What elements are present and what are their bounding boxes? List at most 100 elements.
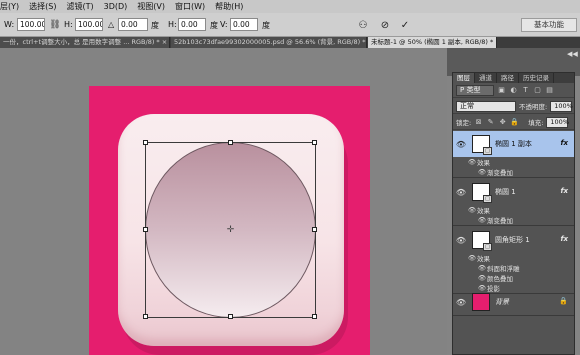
warp-icon[interactable]: ⚇ [356, 18, 370, 32]
canvas-area[interactable]: ✛ [0, 48, 447, 355]
tab-paths[interactable]: 路径 [497, 73, 519, 83]
layer-thumbnail: □ [472, 231, 492, 251]
handle-top-left[interactable] [143, 140, 148, 145]
tab-layers[interactable]: 图层 [453, 73, 475, 83]
effect-eye-icon[interactable]: 👁 [477, 216, 487, 224]
effects-label: 效果 [477, 207, 490, 215]
layer-thumbnail: □ [472, 183, 492, 203]
handle-bottom-right[interactable] [312, 314, 317, 319]
filter-smart-icon[interactable]: ▤ [545, 86, 554, 95]
handle-bottom-middle[interactable] [228, 314, 233, 319]
visibility-eye-icon[interactable]: 👁 [455, 234, 467, 246]
panel-tab-bar: 图层 通道 路径 历史记录 [453, 73, 574, 83]
fx-icon[interactable]: fx [560, 235, 568, 243]
effect-name: 颜色叠加 [487, 275, 513, 283]
doc-tab-2[interactable]: 52b103c73dfae99302000005.psd @ 56.6% (背景… [171, 37, 367, 48]
fx-icon[interactable]: fx [560, 187, 568, 195]
shape-badge-icon: □ [483, 195, 492, 203]
effects-row: 👁 效果 [453, 205, 574, 215]
width-label: W: [4, 20, 15, 29]
effect-name: 斜面和浮雕 [487, 265, 520, 273]
options-bar: W: 100.00% ⛓ H: 100.00% △ 0.00 度 H: 0.00… [0, 13, 580, 37]
visibility-eye-icon[interactable]: 👁 [455, 186, 467, 198]
effect-eye-icon[interactable]: 👁 [477, 264, 487, 272]
layer-name: 圆角矩形 1 [495, 236, 530, 244]
layer-row[interactable]: 👁 背景 🔒 [453, 289, 574, 315]
layer-row[interactable]: 👁 □ 椭圆 1 fx [453, 179, 574, 205]
menu-help[interactable]: 帮助(H) [210, 1, 248, 12]
menu-filter[interactable]: 滤镜(T) [61, 1, 98, 12]
effects-eye-icon[interactable]: 👁 [467, 254, 477, 262]
layer-filter-select[interactable]: P 类型 [456, 84, 494, 96]
angle-field[interactable]: 0.00 [118, 18, 148, 31]
document-tab-bar: 一份，ctrl+t调整大小，总 是用数字调整 ... RGB/8) * × 52… [0, 37, 580, 48]
vskew-field[interactable]: 0.00 [230, 18, 258, 31]
effects-row: 👁 效果 [453, 157, 574, 167]
layer-ellipse-copy[interactable]: 👁 □ 椭圆 1 副本 fx 👁 效果 👁 渐变叠加 [453, 131, 574, 178]
effects-eye-icon[interactable]: 👁 [467, 158, 477, 166]
effects-row: 👁 效果 [453, 253, 574, 263]
menu-layer[interactable]: 层(Y) [0, 1, 24, 12]
doc-tab-1[interactable]: 一份，ctrl+t调整大小，总 是用数字调整 ... RGB/8) * × [0, 37, 170, 48]
layer-name: 椭圆 1 [495, 188, 516, 196]
effects-label: 效果 [477, 159, 490, 167]
layer-thumbnail [472, 293, 490, 311]
effect-eye-icon[interactable]: 👁 [477, 274, 487, 282]
fill-field[interactable]: 100% [546, 116, 569, 128]
opacity-field[interactable]: 100% [550, 100, 573, 112]
blend-row: 正常 不透明度: 100% [453, 99, 574, 114]
menu-view[interactable]: 视图(V) [132, 1, 170, 12]
shape-badge-icon: □ [483, 147, 492, 155]
hskew-field[interactable]: 0.00 [178, 18, 206, 31]
tab-channels[interactable]: 通道 [475, 73, 497, 83]
doc-tab-3[interactable]: 未标题-1 @ 50% (椭圆 1 副本, RGB/8) * × [368, 37, 497, 48]
visibility-eye-icon[interactable]: 👁 [455, 296, 467, 308]
lock-paint-icon[interactable]: ✎ [486, 118, 495, 127]
layer-rounded-rectangle[interactable]: 👁 □ 圆角矩形 1 fx 👁 效果 👁 斜面和浮雕 👁 颜色叠加 👁 投影 [453, 227, 574, 294]
layer-row[interactable]: 👁 □ 椭圆 1 副本 fx [453, 131, 574, 157]
filter-type-icon[interactable]: T [521, 86, 530, 95]
layer-filter-row: P 类型 ▣ ◐ T ▢ ▤ [453, 83, 574, 98]
effect-row: 👁 渐变叠加 [453, 215, 574, 225]
commit-icon[interactable]: ✓ [398, 18, 412, 32]
lock-label: 锁定: [456, 119, 472, 127]
hskew-unit: 度 [210, 21, 218, 30]
handle-middle-left[interactable] [143, 227, 148, 232]
lock-move-icon[interactable]: ✥ [498, 118, 507, 127]
handle-top-right[interactable] [312, 140, 317, 145]
effects-eye-icon[interactable]: 👁 [467, 206, 477, 214]
lock-transparent-icon[interactable]: ⊠ [474, 118, 483, 127]
link-icon[interactable]: ⛓ [48, 18, 62, 32]
handle-bottom-left[interactable] [143, 314, 148, 319]
layer-row[interactable]: 👁 □ 圆角矩形 1 fx [453, 227, 574, 253]
handle-middle-right[interactable] [312, 227, 317, 232]
menu-window[interactable]: 窗口(W) [170, 1, 210, 12]
effect-name: 渐变叠加 [487, 217, 513, 225]
layer-background[interactable]: 👁 背景 🔒 [453, 289, 574, 316]
filter-shape-icon[interactable]: ▢ [533, 86, 542, 95]
blend-mode-select[interactable]: 正常 [456, 100, 516, 112]
height-field[interactable]: 100.00% [75, 18, 103, 31]
effect-name: 渐变叠加 [487, 169, 513, 177]
lock-all-icon[interactable]: 🔒 [510, 118, 519, 127]
effect-row: 👁 斜面和浮雕 [453, 263, 574, 273]
workspace-switcher[interactable]: 基本功能 [521, 18, 577, 32]
cancel-icon[interactable]: ⊘ [378, 18, 392, 32]
width-field[interactable]: 100.00% [17, 18, 45, 31]
filter-pixel-icon[interactable]: ▣ [497, 86, 506, 95]
effect-eye-icon[interactable]: 👁 [477, 168, 487, 176]
menu-select[interactable]: 选择(S) [24, 1, 61, 12]
visibility-eye-icon[interactable]: 👁 [455, 138, 467, 150]
handle-top-middle[interactable] [228, 140, 233, 145]
filter-adjust-icon[interactable]: ◐ [509, 86, 518, 95]
lock-row: 锁定: ⊠ ✎ ✥ 🔒 填充: 100% [453, 115, 574, 130]
layer-name: 背景 [495, 298, 509, 306]
hskew-label: H: [168, 20, 177, 29]
reference-point-icon[interactable]: ✛ [226, 226, 235, 235]
fx-icon[interactable]: fx [560, 139, 568, 147]
collapse-panels-icon[interactable]: ◀◀ [567, 50, 578, 58]
layer-ellipse[interactable]: 👁 □ 椭圆 1 fx 👁 效果 👁 渐变叠加 [453, 179, 574, 226]
fill-label: 填充: [528, 119, 544, 127]
menu-3d[interactable]: 3D(D) [99, 2, 133, 11]
tab-history[interactable]: 历史记录 [519, 73, 554, 83]
